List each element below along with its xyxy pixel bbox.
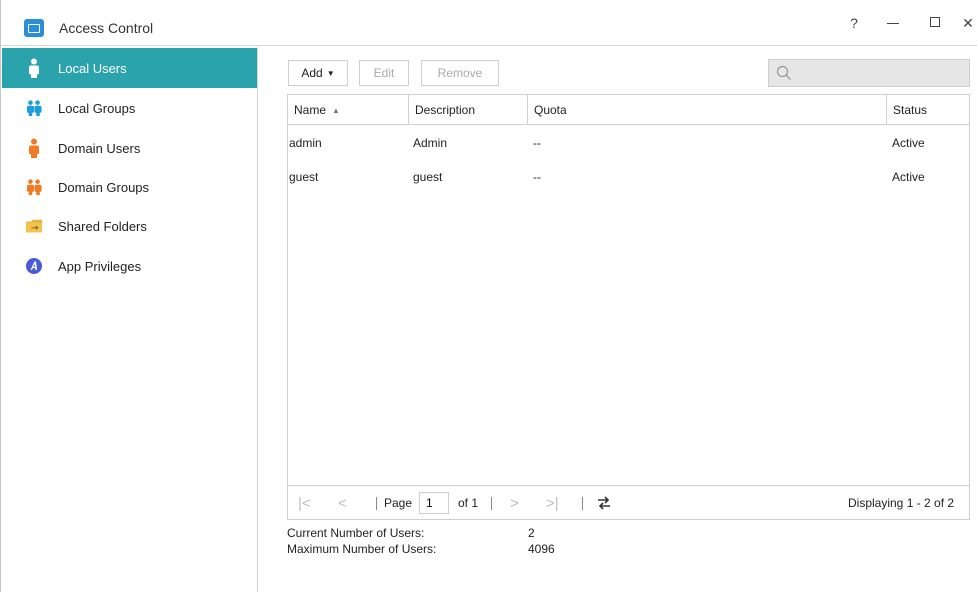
pager-separator: [582, 497, 583, 510]
sidebar-item-domain-groups[interactable]: Domain Groups: [2, 167, 257, 207]
user-icon: [26, 58, 42, 78]
maximize-icon: [930, 17, 940, 27]
page-number-input[interactable]: [419, 492, 449, 514]
page-label: Page: [384, 496, 413, 510]
access-control-app-icon: [24, 19, 44, 37]
column-header-label: Description: [415, 103, 476, 117]
sidebar: Local Users Local Groups Domain Users Do…: [2, 47, 258, 592]
sidebar-item-shared-folders[interactable]: Shared Folders: [2, 206, 257, 246]
table-header: Name ▲ Description Quota Status: [288, 95, 969, 125]
column-header-status[interactable]: Status: [887, 95, 969, 125]
help-button[interactable]: ?: [847, 13, 861, 33]
sidebar-item-domain-users[interactable]: Domain Users: [2, 128, 257, 168]
minimize-button[interactable]: [883, 13, 903, 33]
remove-button[interactable]: Remove: [421, 60, 499, 86]
column-header-label: Status: [893, 103, 928, 117]
caret-down-icon: ▼: [326, 68, 335, 78]
sidebar-item-label: Shared Folders: [58, 218, 147, 234]
last-page-icon[interactable]: >|: [546, 486, 559, 520]
search-input[interactable]: [797, 64, 965, 82]
cell-quota: --: [533, 170, 541, 184]
sidebar-item-local-users[interactable]: Local Users: [2, 48, 257, 88]
pager-separator: [491, 497, 492, 510]
edit-button[interactable]: Edit: [359, 60, 409, 86]
title-bar: Access Control ? ✕: [1, 0, 977, 46]
pagination-bar: |< < Page of 1 > >| Displaying 1 - 2 of …: [288, 485, 969, 519]
sidebar-item-local-groups[interactable]: Local Groups: [2, 88, 257, 128]
column-header-label: Quota: [534, 103, 567, 117]
cell-name: guest: [289, 170, 319, 184]
close-button[interactable]: ✕: [959, 13, 977, 33]
search-icon: [776, 65, 791, 80]
users-table: Name ▲ Description Quota Status admin Ad…: [287, 94, 970, 520]
sidebar-item-label: Domain Groups: [58, 179, 150, 195]
column-header-quota[interactable]: Quota: [528, 95, 887, 125]
cell-description: Admin: [413, 136, 448, 150]
window-title: Access Control: [59, 20, 154, 36]
sidebar-item-label: Domain Users: [58, 140, 141, 156]
column-header-description[interactable]: Description: [409, 95, 528, 125]
sort-ascending-icon: ▲: [332, 105, 340, 115]
add-button[interactable]: Add ▼: [288, 60, 348, 86]
add-button-label: Add: [301, 66, 323, 80]
current-users-value: 2: [528, 526, 535, 540]
column-header-name[interactable]: Name ▲: [288, 95, 409, 125]
cell-description: guest: [413, 170, 443, 184]
table-row[interactable]: guest guest -- Active: [288, 160, 969, 194]
next-page-icon[interactable]: >: [510, 486, 519, 520]
sidebar-item-label: Local Groups: [58, 100, 136, 116]
maximize-button[interactable]: [927, 13, 943, 33]
refresh-icon: [598, 496, 610, 510]
cell-name: admin: [289, 136, 322, 150]
max-users-label: Maximum Number of Users:: [287, 542, 437, 556]
current-users-label: Current Number of Users:: [287, 526, 425, 540]
domain-user-icon: [26, 138, 42, 158]
pager-separator: [376, 497, 377, 510]
cell-status: Active: [892, 170, 925, 184]
search-box[interactable]: [768, 59, 970, 87]
minimize-icon: [887, 23, 899, 24]
cell-quota: --: [533, 136, 541, 150]
page-count-label: of 1: [458, 496, 479, 510]
group-icon: [26, 98, 42, 118]
refresh-button[interactable]: [596, 486, 612, 520]
main-panel: Add ▼ Edit Remove Name ▲ Description Quo…: [259, 47, 977, 592]
access-control-window: Access Control ? ✕ Local Users Local Gro…: [0, 0, 977, 592]
domain-group-icon: [26, 177, 42, 197]
sidebar-item-label: Local Users: [58, 60, 127, 76]
cell-status: Active: [892, 136, 925, 150]
displaying-count: Displaying 1 - 2 of 2: [848, 496, 955, 510]
max-users-value: 4096: [528, 542, 555, 556]
sidebar-item-label: App Privileges: [58, 258, 142, 274]
column-header-label: Name: [294, 103, 327, 117]
sidebar-item-app-privileges[interactable]: App Privileges: [2, 246, 257, 286]
table-row[interactable]: admin Admin -- Active: [288, 126, 969, 160]
folder-icon: [26, 216, 42, 236]
previous-page-icon[interactable]: <: [338, 486, 347, 520]
app-privilege-icon: [26, 256, 42, 276]
first-page-icon[interactable]: |<: [298, 486, 311, 520]
